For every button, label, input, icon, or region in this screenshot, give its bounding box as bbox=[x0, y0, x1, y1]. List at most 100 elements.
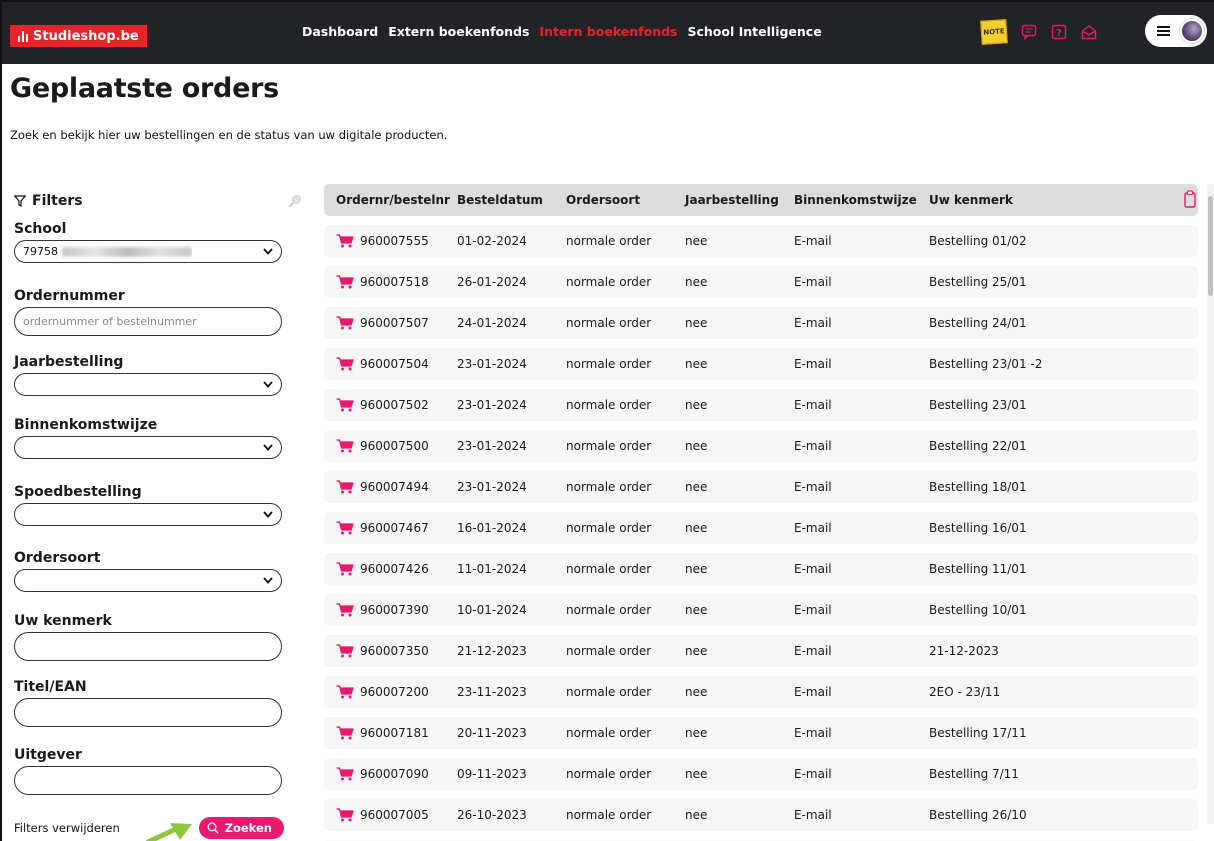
filter-titel-ean-label: Titel/EAN bbox=[14, 679, 87, 695]
order-number[interactable]: 960007426 bbox=[360, 562, 429, 576]
table-row[interactable]: 960007090 09-11-2023 normale order nee E… bbox=[324, 758, 1198, 790]
nav-intern-boekenfonds[interactable]: Intern boekenfonds bbox=[539, 24, 677, 39]
arrival-method: E-mail bbox=[794, 521, 832, 535]
funnel-icon bbox=[14, 195, 26, 207]
order-number-cell: 960007200 bbox=[336, 685, 429, 699]
order-date: 23-01-2024 bbox=[457, 439, 527, 453]
order-type: normale order bbox=[566, 316, 652, 330]
table-row[interactable]: 960007500 23-01-2024 normale order nee E… bbox=[324, 430, 1198, 462]
table-row[interactable]: 960007350 21-12-2023 normale order nee E… bbox=[324, 635, 1198, 667]
table-row[interactable]: 960007426 11-01-2024 normale order nee E… bbox=[324, 553, 1198, 585]
table-row[interactable]: 960007502 23-01-2024 normale order nee E… bbox=[324, 389, 1198, 421]
table-row[interactable]: 960007518 26-01-2024 normale order nee E… bbox=[324, 266, 1198, 298]
table-row[interactable]: 960007200 23-11-2023 normale order nee E… bbox=[324, 676, 1198, 708]
order-number[interactable]: 960007555 bbox=[360, 234, 429, 248]
order-number[interactable]: 960007467 bbox=[360, 521, 429, 535]
nav-dashboard[interactable]: Dashboard bbox=[302, 24, 378, 39]
titel-ean-input[interactable] bbox=[14, 698, 282, 727]
table-row[interactable]: 960007467 16-01-2024 normale order nee E… bbox=[324, 512, 1198, 544]
cart-icon bbox=[336, 316, 354, 330]
ordernummer-input[interactable]: ordernummer of bestelnummer bbox=[14, 307, 282, 336]
school-select[interactable]: 79758 bbox=[14, 240, 282, 263]
search-reset-icon[interactable] bbox=[288, 194, 302, 208]
col-besteldatum[interactable]: Besteldatum bbox=[457, 193, 543, 207]
binnenkomstwijze-select[interactable] bbox=[14, 436, 282, 459]
table-row[interactable]: 960007494 23-01-2024 normale order nee E… bbox=[324, 471, 1198, 503]
table-row[interactable]: 960007507 24-01-2024 normale order nee E… bbox=[324, 307, 1198, 339]
nav-school-intelligence[interactable]: School Intelligence bbox=[688, 24, 822, 39]
order-type: normale order bbox=[566, 726, 652, 740]
spoedbestelling-select[interactable] bbox=[14, 503, 282, 526]
studieshop-logo[interactable]: Studieshop.be bbox=[10, 25, 147, 47]
order-type: normale order bbox=[566, 644, 652, 658]
chevron-down-icon bbox=[263, 248, 273, 255]
arrival-method: E-mail bbox=[794, 275, 832, 289]
clipboard-icon[interactable] bbox=[1184, 190, 1196, 208]
cart-icon bbox=[336, 439, 354, 453]
note-icon[interactable]: NOTE bbox=[980, 19, 1008, 45]
table-row[interactable]: 960007390 10-01-2024 normale order nee E… bbox=[324, 594, 1198, 626]
mail-icon[interactable] bbox=[1081, 24, 1097, 40]
annual-order: nee bbox=[685, 275, 708, 289]
arrival-method: E-mail bbox=[794, 234, 832, 248]
col-ordernr[interactable]: Ordernr/bestelnr bbox=[336, 193, 450, 207]
order-number[interactable]: 960007350 bbox=[360, 644, 429, 658]
user-menu-button[interactable] bbox=[1145, 15, 1207, 47]
order-number[interactable]: 960007200 bbox=[360, 685, 429, 699]
nav-extern-boekenfonds[interactable]: Extern boekenfonds bbox=[388, 24, 529, 39]
uitgever-input[interactable] bbox=[14, 766, 282, 795]
table-row[interactable]: 960007005 26-10-2023 normale order nee E… bbox=[324, 799, 1198, 831]
order-number[interactable]: 960007500 bbox=[360, 439, 429, 453]
order-date: 01-02-2024 bbox=[457, 234, 527, 248]
col-ordersoort[interactable]: Ordersoort bbox=[566, 193, 640, 207]
filter-uitgever: Uitgever bbox=[14, 747, 284, 795]
jaarbestelling-select[interactable] bbox=[14, 373, 282, 396]
order-number-cell: 960007181 bbox=[336, 726, 429, 740]
order-number[interactable]: 960007504 bbox=[360, 357, 429, 371]
search-button[interactable]: Zoeken bbox=[198, 817, 284, 839]
order-number[interactable]: 960007507 bbox=[360, 316, 429, 330]
order-type: normale order bbox=[566, 357, 652, 371]
col-uw-kenmerk[interactable]: Uw kenmerk bbox=[929, 193, 1013, 207]
order-number[interactable]: 960007090 bbox=[360, 767, 429, 781]
col-jaarbestelling[interactable]: Jaarbestelling bbox=[685, 193, 779, 207]
col-binnenkomstwijze[interactable]: Binnenkomstwijze bbox=[794, 193, 917, 207]
arrival-method: E-mail bbox=[794, 439, 832, 453]
annual-order: nee bbox=[685, 480, 708, 494]
order-number[interactable]: 960007494 bbox=[360, 480, 429, 494]
scrollbar[interactable] bbox=[1207, 184, 1214, 824]
cart-icon bbox=[336, 562, 354, 576]
order-date: 23-01-2024 bbox=[457, 357, 527, 371]
arrival-method: E-mail bbox=[794, 398, 832, 412]
table-row[interactable]: 960007555 01-02-2024 normale order nee E… bbox=[324, 225, 1198, 257]
order-number-cell: 960007500 bbox=[336, 439, 429, 453]
uw-kenmerk-input[interactable] bbox=[14, 632, 282, 661]
annual-order: nee bbox=[685, 726, 708, 740]
clear-filters-link[interactable]: Filters verwijderen bbox=[14, 821, 120, 835]
order-number[interactable]: 960007390 bbox=[360, 603, 429, 617]
page-description: Zoek en bekijk hier uw bestellingen en d… bbox=[10, 128, 448, 142]
order-number[interactable]: 960007502 bbox=[360, 398, 429, 412]
ordersoort-select[interactable] bbox=[14, 569, 282, 592]
avatar bbox=[1180, 19, 1204, 43]
table-row[interactable]: 960007504 23-01-2024 normale order nee E… bbox=[324, 348, 1198, 380]
order-number-cell: 960007507 bbox=[336, 316, 429, 330]
order-date: 23-01-2024 bbox=[457, 398, 527, 412]
chat-icon[interactable] bbox=[1021, 24, 1037, 40]
help-icon[interactable]: ? bbox=[1051, 24, 1067, 40]
table-row[interactable]: 960007181 20-11-2023 normale order nee E… bbox=[324, 717, 1198, 749]
filters-label: Filters bbox=[32, 193, 83, 209]
order-number[interactable]: 960007005 bbox=[360, 808, 429, 822]
order-type: normale order bbox=[566, 398, 652, 412]
reference: Bestelling 22/01 bbox=[929, 439, 1027, 453]
scrollbar-thumb[interactable] bbox=[1208, 196, 1213, 296]
order-type: normale order bbox=[566, 808, 652, 822]
annual-order: nee bbox=[685, 357, 708, 371]
search-button-label: Zoeken bbox=[224, 821, 272, 835]
annual-order: nee bbox=[685, 398, 708, 412]
filter-titel-ean: Titel/EAN bbox=[14, 679, 284, 727]
order-number[interactable]: 960007518 bbox=[360, 275, 429, 289]
order-number[interactable]: 960007181 bbox=[360, 726, 429, 740]
arrival-method: E-mail bbox=[794, 685, 832, 699]
reference: 2EO - 23/11 bbox=[929, 685, 1001, 699]
